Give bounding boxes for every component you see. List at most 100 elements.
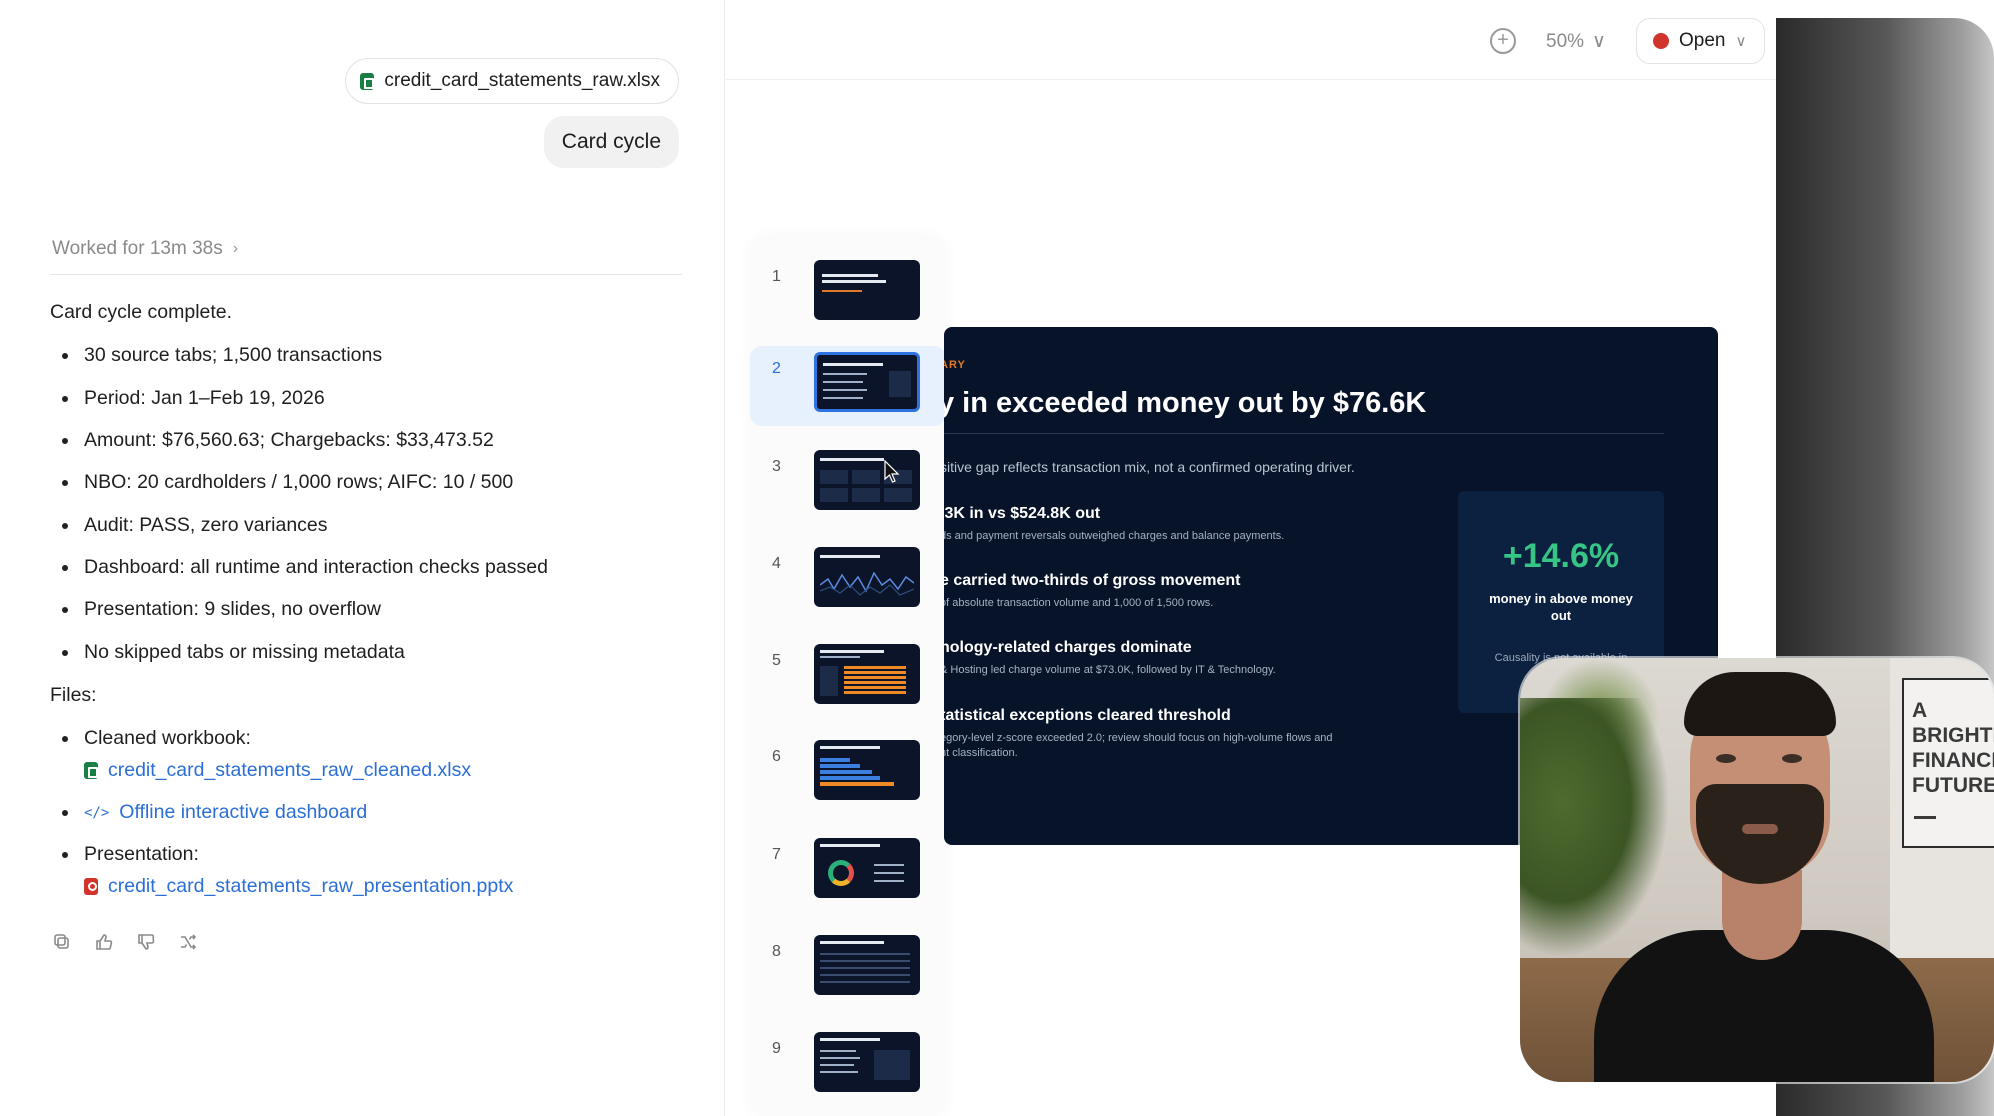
workbook-link-text: credit_card_statements_raw_cleaned.xlsx [108,758,472,781]
code-icon: </> [84,804,110,821]
zoom-value: 50% [1546,30,1585,52]
slide-bullet: tatistical exceptions cleared threshold … [944,707,1333,762]
slide-bullet-sub: ds and payment reversals outweighed char… [944,530,1285,542]
thumbnail-image [814,1032,920,1092]
person-eye [1716,754,1736,763]
summary-list: 30 source tabs; 1,500 transactions Perio… [50,343,690,665]
poster-line: FUTURE [1912,774,1994,797]
list-item: NBO: 20 cardholders / 1,000 rows; AIFC: … [50,470,690,495]
share-icon[interactable] [178,932,198,952]
chat-panel: credit_card_statements_raw.xlsx Card cyc… [0,0,725,1116]
thumbnail-1[interactable]: 1 [750,254,946,334]
thumbs-up-icon[interactable] [94,932,114,952]
thumbnail-3[interactable]: 3 [750,444,946,524]
slide-thumbnails: 1 2 3 4 5 6 7 8 9 [750,236,946,1116]
thumbnail-image [814,547,920,607]
thumbnail-image [814,740,920,800]
thumbnail-8[interactable]: 8 [750,929,946,1009]
person-mouth [1742,824,1778,834]
list-item: No skipped tabs or missing metadata [50,640,690,665]
slide-subtitle: sitive gap reflects transaction mix, not… [944,459,1355,475]
thumbnail-image [814,838,920,898]
thumbnail-number: 5 [772,652,781,669]
worked-for-toggle[interactable]: Worked for 13m 38s › [52,238,238,260]
list-item: Amount: $76,560.63; Chargebacks: $33,473… [50,428,690,453]
mouse-cursor-icon [884,460,900,483]
list-item: Period: Jan 1–Feb 19, 2026 [50,386,690,411]
user-message-bubble: Card cycle [543,116,679,168]
poster-line: BRIGHTE [1912,724,1994,747]
spreadsheet-icon [84,761,98,779]
presentation-link-text: credit_card_statements_raw_presentation.… [108,874,514,897]
files-list: Cleaned workbook: credit_card_statements… [50,726,690,899]
slide-bullet-head: .3K in vs $524.8K out [944,505,1101,522]
presentation-icon [84,877,98,895]
thumbnail-4[interactable]: 4 [750,541,946,621]
thumbnail-number: 2 [772,360,781,377]
workbook-link[interactable]: credit_card_statements_raw_cleaned.xlsx [84,758,690,783]
chevron-right-icon: › [232,240,239,257]
thumbnail-image [814,935,920,995]
slide-eyebrow: ARY [944,359,966,371]
slide-bullet-sub: nt classification. [944,747,1018,760]
chevron-down-icon: ∨ [1735,33,1747,50]
thumbnail-number: 4 [772,555,781,572]
chevron-down-icon: ∨ [1592,31,1606,52]
list-item: Audit: PASS, zero variances [50,513,690,538]
thumbnail-2[interactable]: 2 [750,346,946,426]
thumbnail-image [814,260,920,320]
open-button[interactable]: Open ∨ [1636,18,1766,64]
workbook-label: Cleaned workbook: [84,727,251,750]
poster-line: FINANCIA [1912,749,1994,772]
user-message-text: Card cycle [561,130,661,153]
slide-bullet-sub: & Hosting led charge volume at $73.0K, f… [944,664,1276,676]
poster-text: A BRIGHTE FINANCIA FUTURE [1912,698,1994,798]
list-item: Cleaned workbook: credit_card_statements… [50,726,690,783]
presentation-link[interactable]: credit_card_statements_raw_presentation.… [84,874,690,899]
app-icon [1653,33,1669,49]
zoom-select[interactable]: 50% ∨ [1546,30,1606,53]
presenter-video: A BRIGHTE FINANCIA FUTURE [1520,658,1994,1082]
person-hair [1684,672,1836,736]
copy-icon[interactable] [52,932,72,952]
thumbnail-7[interactable]: 7 [750,832,946,912]
slide-bullet: .3K in vs $524.8K out ds and payment rev… [944,505,1284,544]
message-actions [52,932,198,952]
slide-bullet-head: tatistical exceptions cleared threshold [944,707,1231,724]
viewer-toolbar: + 50% ∨ Open ∨ [726,18,1776,80]
summary-title: Card cycle complete. [50,301,233,323]
spreadsheet-icon [360,72,375,90]
thumbnail-number: 6 [772,748,781,765]
divider [50,274,682,275]
thumbnail-5[interactable]: 5 [750,638,946,718]
slide-divider [944,433,1664,434]
add-comment-icon[interactable]: + [1490,28,1516,54]
assistant-response: Card cycle complete. 30 source tabs; 1,5… [50,300,690,917]
slide-bullet-sub: egory-level z-score exceeded 2.0; review… [944,732,1333,744]
dashboard-link[interactable]: </> Offline interactive dashboard [84,800,690,825]
files-label: Files: [50,684,97,707]
list-item: Presentation: 9 slides, no overflow [50,597,690,622]
presentation-label: Presentation: [84,843,199,866]
slide-bullet: e carried two-thirds of gross movement o… [944,572,1241,611]
attached-file-chip[interactable]: credit_card_statements_raw.xlsx [345,58,679,104]
thumbnail-6[interactable]: 6 [750,734,946,814]
thumbnail-9[interactable]: 9 [750,1026,946,1106]
dashboard-link-text: Offline interactive dashboard [119,801,368,824]
thumbnail-number: 8 [772,943,781,960]
attached-file-name: credit_card_statements_raw.xlsx [384,70,660,91]
list-item: 30 source tabs; 1,500 transactions [50,343,690,368]
slide-bullet: nology-related charges dominate & Hostin… [944,639,1276,678]
thumbnail-image [814,644,920,704]
list-item: Presentation: credit_card_statements_raw… [50,842,690,899]
thumbnail-image [814,352,920,412]
thumbnail-image [814,450,920,510]
list-item: Dashboard: all runtime and interaction c… [50,555,690,580]
wall-poster: A BRIGHTE FINANCIA FUTURE [1902,678,1994,848]
thumbs-down-icon[interactable] [136,932,156,952]
thumbnail-number: 7 [772,846,781,863]
list-item: </> Offline interactive dashboard [50,800,690,825]
person-eye [1782,754,1802,763]
open-label: Open [1679,30,1726,51]
stat-label: money in above money out [1489,591,1633,623]
